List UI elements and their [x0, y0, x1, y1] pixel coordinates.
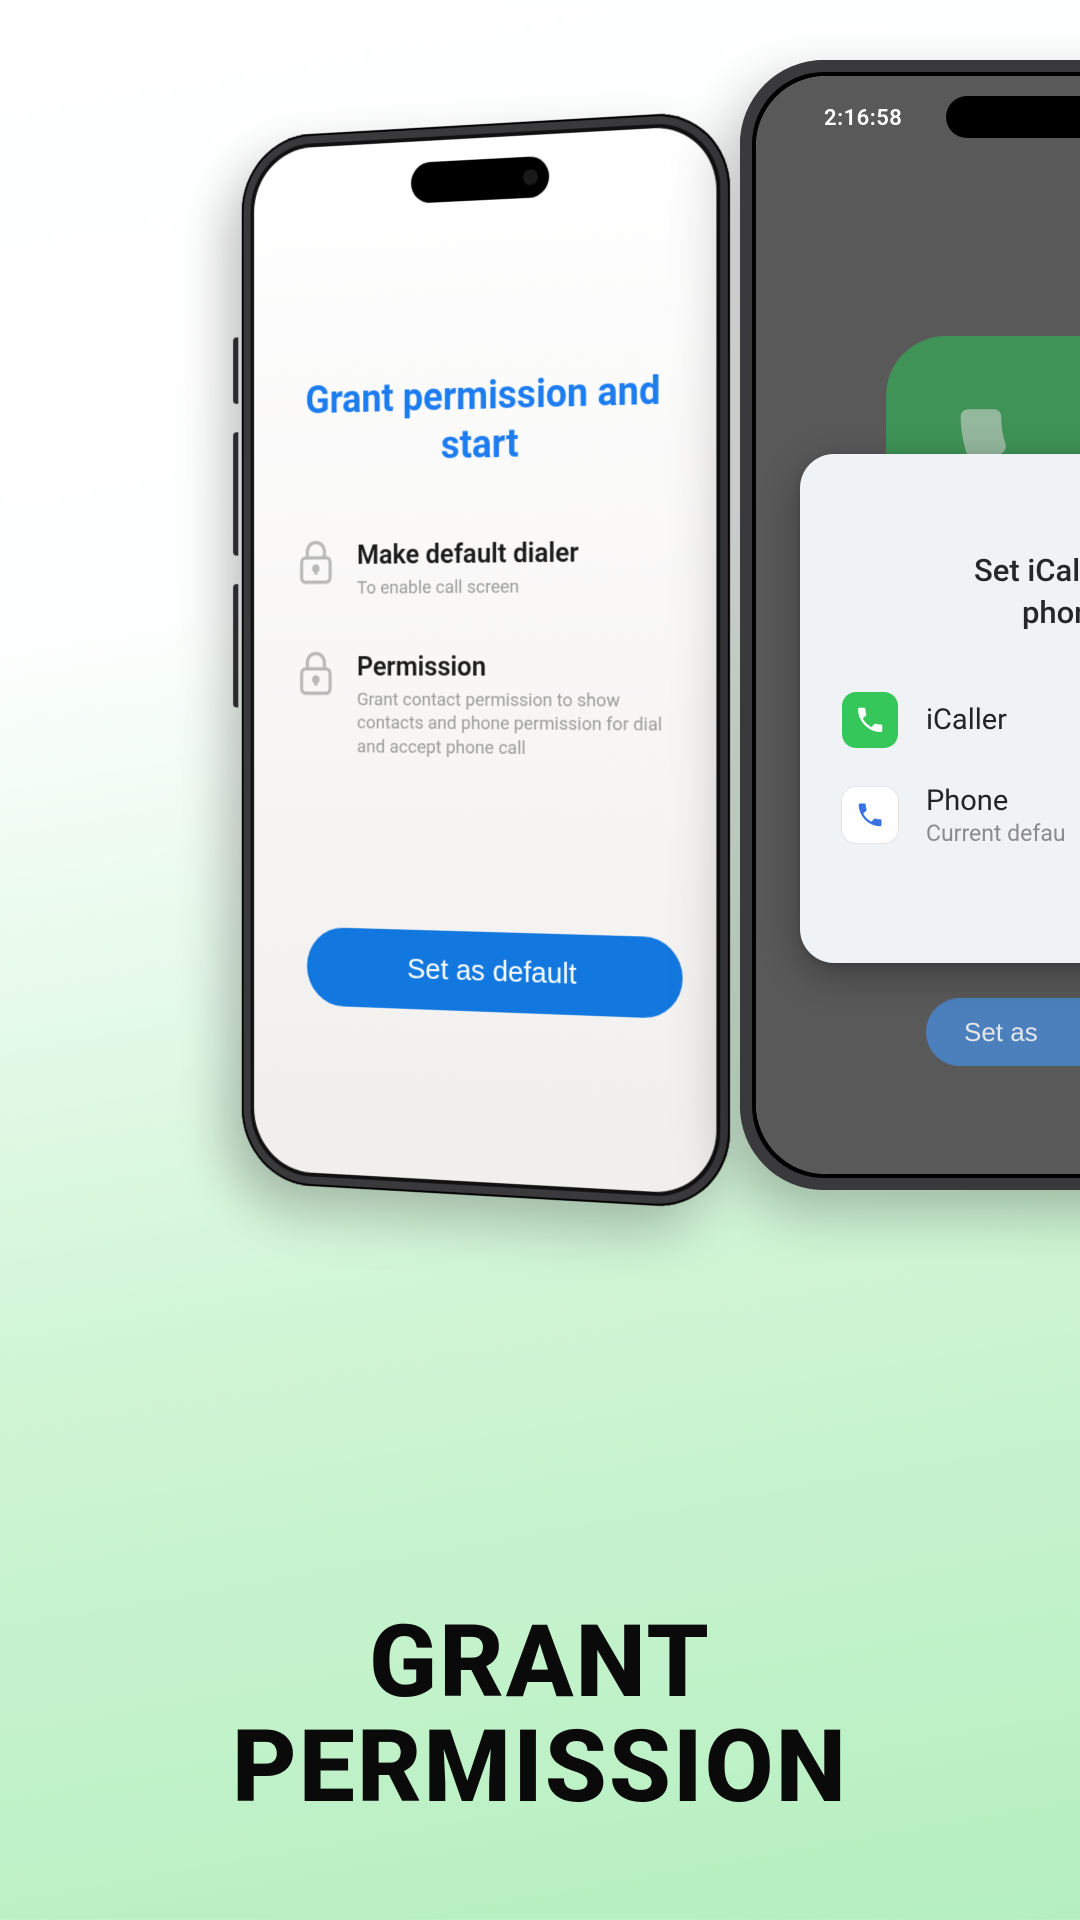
- dialog-actions: Can: [842, 905, 1080, 937]
- promo-line1: GRANT: [369, 1604, 711, 1721]
- permission-list: Make default dialer To enable call scree…: [298, 535, 668, 762]
- set-as-default-button-dimmed[interactable]: Set as: [926, 998, 1080, 1066]
- dynamic-island: [411, 156, 549, 204]
- screen-heading: Grant permission and start: [298, 366, 668, 473]
- lock-icon: [298, 539, 334, 585]
- phone-left-screen: Grant permission and start Make default …: [254, 125, 716, 1195]
- status-bar-time: 2:16:58: [824, 106, 902, 131]
- dialog-option-phone[interactable]: Phone Current defau: [842, 766, 1080, 865]
- phone-left-frame: Grant permission and start Make default …: [242, 110, 730, 1210]
- dialog-title-line1: Set iCaller as: [974, 552, 1080, 589]
- option-subtitle: Current defau: [926, 820, 1066, 847]
- permission-title: Permission: [357, 650, 668, 683]
- dialog-title-line2: phone: [1022, 594, 1080, 631]
- permission-subtitle: To enable call screen: [357, 574, 579, 600]
- permission-title: Make default dialer: [357, 536, 579, 571]
- option-name: Phone: [926, 784, 1066, 818]
- default-app-dialog: Set iCaller as phone iCaller: [800, 454, 1080, 963]
- phone-right-frame: 2:16:58 if it's your def Set as Set iCal…: [740, 60, 1080, 1190]
- permission-item-contacts: Permission Grant contact permission to s…: [298, 650, 668, 762]
- permission-item-dialer: Make default dialer To enable call scree…: [298, 535, 668, 601]
- dynamic-island: [946, 96, 1080, 138]
- lock-icon: [298, 650, 334, 696]
- phone-icon: [842, 787, 898, 843]
- phone-right-screen: 2:16:58 if it's your def Set as Set iCal…: [756, 76, 1080, 1174]
- permission-subtitle: Grant contact permission to show contact…: [357, 688, 668, 763]
- option-name: iCaller: [926, 703, 1007, 737]
- promo-title: GRANT PERMISSION: [0, 1610, 1080, 1820]
- content-area: Grant permission and start Make default …: [298, 366, 668, 814]
- phone-icon: [842, 692, 898, 748]
- set-as-default-button[interactable]: Set as default: [307, 927, 683, 1019]
- dialog-option-icaller[interactable]: iCaller: [842, 674, 1080, 766]
- dialog-title: Set iCaller as phone: [842, 550, 1080, 634]
- promo-line2: PERMISSION: [232, 1709, 848, 1826]
